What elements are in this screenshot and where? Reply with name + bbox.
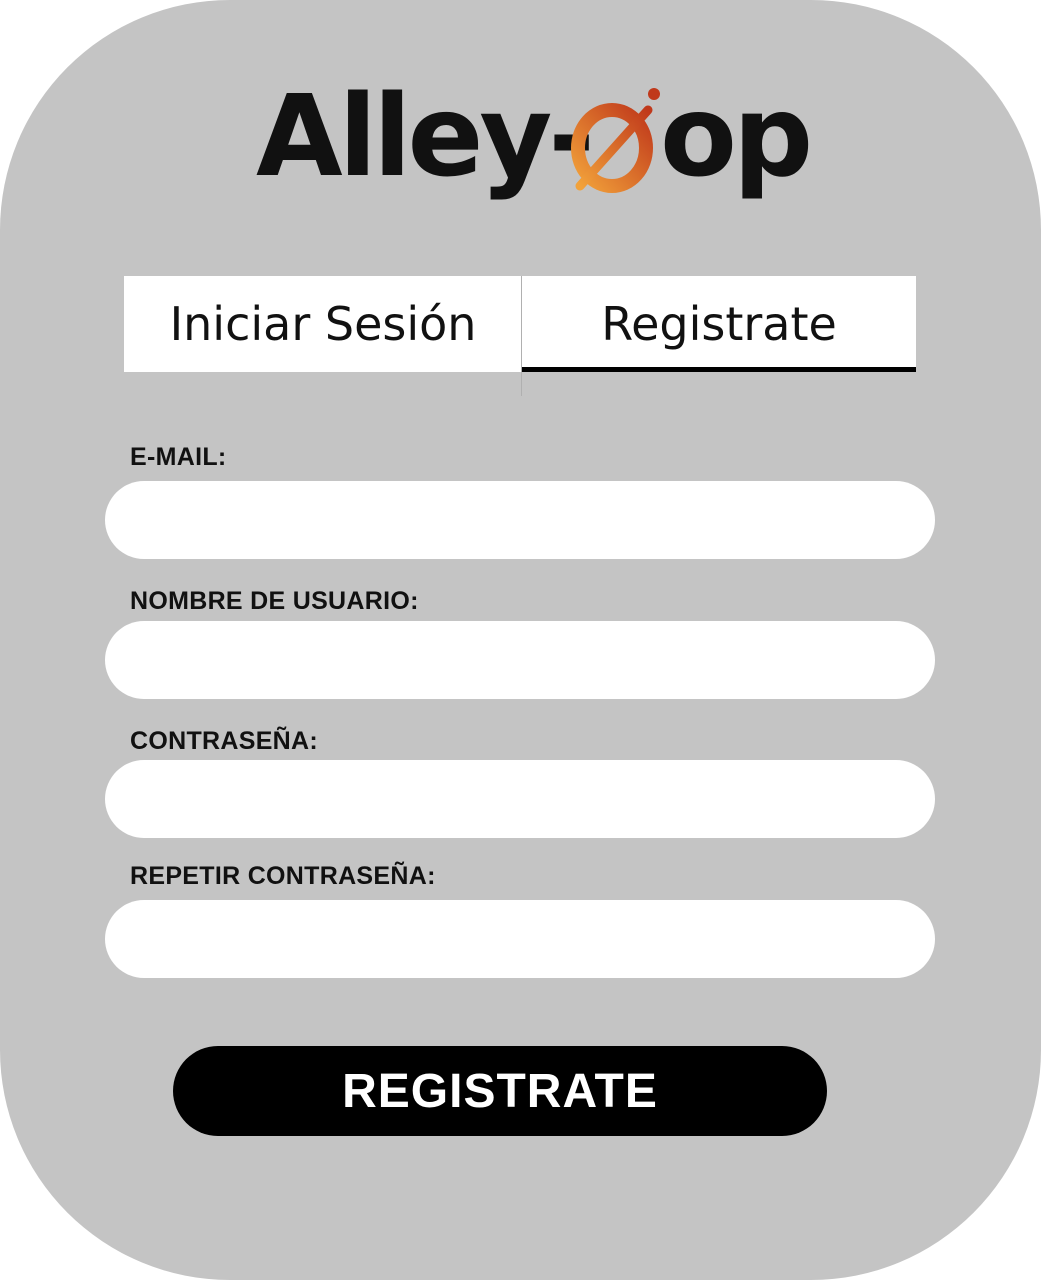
logo-text-left: Alley- [256,72,595,202]
tab-register[interactable]: Registrate [522,276,916,372]
logo-text-right: op [660,72,813,202]
tab-divider [521,276,522,396]
repeat-password-label: REPETIR CONTRASEÑA: [130,862,436,890]
password-label: CONTRASEÑA: [130,727,319,755]
email-label: E-MAIL: [130,443,227,471]
basketball-swoosh-icon [571,88,660,193]
auth-tabs: Iniciar Sesión Registrate [124,276,916,372]
repeat-password-field[interactable] [105,900,935,978]
register-submit-button[interactable]: REGISTRATE [173,1046,827,1136]
email-field[interactable] [105,481,935,559]
username-field[interactable] [105,621,935,699]
tab-login[interactable]: Iniciar Sesión [124,276,522,372]
username-label: NOMBRE DE USUARIO: [130,587,419,615]
password-field[interactable] [105,760,935,838]
brand-logo: Alley- op [0,72,1041,202]
register-card: Alley- op Iniciar Sesión Registrate E-MA… [0,0,1041,1280]
